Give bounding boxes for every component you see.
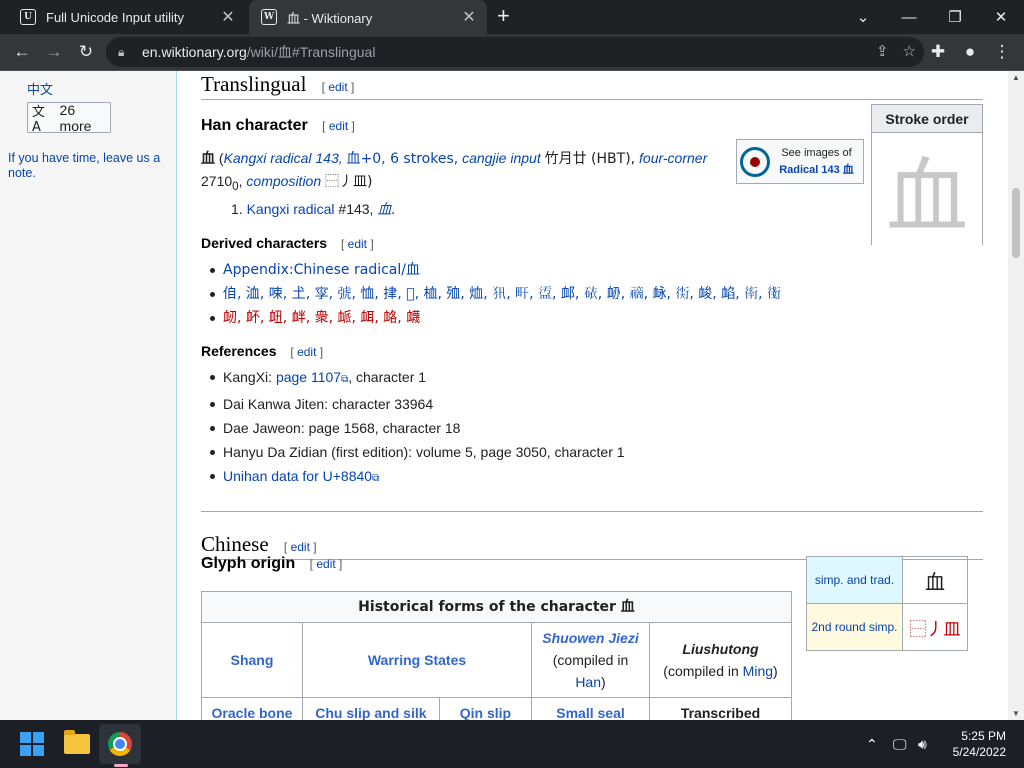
tab-strip: U Full Unicode Input utility ✕ W 血 - Wik…: [0, 0, 1024, 34]
windows-logo-icon: [20, 732, 44, 756]
page-scrollbar[interactable]: ▲ ▼: [1008, 71, 1024, 720]
table-row: Shang Warring States Shuowen Jiezi (compi…: [201, 622, 792, 698]
scroll-down-icon[interactable]: ▼: [1012, 709, 1020, 718]
list-item[interactable]: Appendix:Chinese radical/血: [210, 258, 781, 282]
main-content: Translingual [ edit ] Han character [ ed…: [178, 71, 1008, 720]
stroke-order-image[interactable]: 血: [872, 133, 982, 245]
language-link-chinese[interactable]: 中文: [27, 79, 53, 98]
heading-han-character: Han character [ edit ]: [201, 117, 355, 134]
heading-references: References [ edit ]: [201, 343, 324, 359]
commons-images-box[interactable]: See images of Radical 143 血: [736, 139, 864, 184]
tab-search-icon[interactable]: ⌄: [840, 0, 886, 34]
tab-title: 血 - Wiktionary: [287, 10, 373, 26]
edit-link[interactable]: edit: [329, 119, 348, 133]
wikimedia-commons-icon: [740, 146, 770, 177]
list-item: Hanyu Da Zidian (first edition): volume …: [210, 440, 625, 464]
unihan-link[interactable]: Unihan data for U+8840: [223, 468, 372, 484]
wiktionary-favicon-icon: W: [261, 9, 277, 25]
list-item[interactable]: 㑑, 洫, 𠲿, 𡈽, 𡥜, 𢏯, 恤, 𢫫, 𣳚, 桖, 殈, 烅, 𤜢, 𤰟…: [210, 282, 781, 306]
list-item: Dae Jaweon: page 1568, character 18: [210, 416, 625, 440]
composition-link[interactable]: composition: [246, 173, 321, 189]
system-clock[interactable]: 5:25 PM 5/24/2022: [953, 728, 1006, 760]
edit-link[interactable]: edit: [348, 237, 367, 251]
new-tab-icon[interactable]: +: [497, 5, 510, 27]
tab-favicon-icon: U: [20, 9, 36, 25]
heading-glyph-origin: Glyph origin [ edit ]: [201, 555, 343, 572]
kangxi-page-link[interactable]: page 1107: [276, 369, 341, 385]
table-row: Oracle bone script Chu slip and silk scr…: [201, 697, 792, 720]
lock-icon[interactable]: 🔒︎: [118, 45, 132, 60]
references-list: KangXi: page 1107⧉, character 1 Dai Kanw…: [210, 365, 625, 491]
historical-forms-table: Historical forms of the character 血 Shan…: [201, 591, 792, 720]
table-caption: Historical forms of the character 血: [201, 591, 792, 623]
stroke-order-box: Stroke order 血: [871, 104, 983, 245]
kangxi-radical-link[interactable]: Kangxi radical: [247, 201, 335, 217]
list-item: Dai Kanwa Jiten: character 33964: [210, 392, 625, 416]
extensions-icon[interactable]: ✚: [924, 38, 952, 66]
edit-link[interactable]: edit: [316, 557, 335, 571]
translate-icon: 文A: [32, 104, 46, 135]
heading-derived-characters: Derived characters [ edit ]: [201, 235, 374, 251]
network-icon[interactable]: 🖵︎: [893, 720, 907, 768]
menu-kebab-icon[interactable]: ⋮: [988, 38, 1016, 66]
start-button[interactable]: [16, 728, 48, 760]
definition-1: 1. Kangxi radical #143, ⾎.: [231, 201, 396, 218]
chrome-icon[interactable]: [104, 728, 136, 760]
list-item: KangXi: page 1107⧉, character 1: [210, 365, 625, 392]
edit-link[interactable]: edit: [291, 540, 310, 554]
four-corner-link[interactable]: four-corner: [639, 150, 707, 166]
tab-title: Full Unicode Input utility: [46, 9, 185, 25]
leave-note-link[interactable]: If you have time, leave us a note.: [8, 151, 173, 181]
table-row: simp. and trad. 血: [806, 556, 968, 604]
han-description: 血 (Kangxi radical 143, 血+0, 6 strokes, c…: [201, 150, 708, 193]
show-hidden-icons[interactable]: ⌃: [866, 720, 878, 768]
close-tab-icon[interactable]: ✕: [218, 7, 238, 27]
cangjie-link[interactable]: cangjie input: [462, 150, 541, 166]
more-languages-button[interactable]: 文A 26 more: [27, 102, 111, 135]
minimize-icon[interactable]: —: [886, 0, 932, 34]
reload-icon[interactable]: ↻: [72, 38, 100, 66]
bookmark-star-icon[interactable]: ☆: [903, 42, 916, 60]
list-item: Unihan data for U+8840⧉: [210, 464, 625, 491]
forward-icon[interactable]: →: [40, 38, 68, 66]
simplification-table: simp. and trad. 血 2nd round simp. ⿱丿皿: [806, 556, 968, 651]
tab-unicode-input[interactable]: U Full Unicode Input utility ✕: [8, 0, 246, 34]
heading-chinese: Chinese [ edit ]: [201, 511, 983, 560]
edit-link[interactable]: edit: [328, 80, 347, 94]
restore-icon[interactable]: ❐: [932, 0, 978, 34]
table-row: 2nd round simp. ⿱丿皿: [806, 603, 968, 651]
edit-link[interactable]: edit: [297, 345, 316, 359]
browser-toolbar: ← → ↻ 🔒︎ en.wiktionary.org/wiki/血#Transl…: [0, 34, 1024, 71]
derived-list: Appendix:Chinese radical/血 㑑, 洫, 𠲿, 𡈽, 𡥜…: [210, 258, 781, 330]
sidebar: 中文 文A 26 more If you have time, leave us…: [0, 71, 177, 720]
url-text[interactable]: en.wiktionary.org/wiki/血#Translingual: [142, 42, 375, 62]
heading-translingual: Translingual [ edit ]: [201, 72, 983, 100]
scrollbar-thumb[interactable]: [1012, 188, 1020, 258]
tab-wiktionary[interactable]: W 血 - Wiktionary ✕: [249, 0, 487, 34]
kangxi-link[interactable]: Kangxi radical 143,: [224, 150, 343, 166]
window-close-icon[interactable]: ✕: [978, 0, 1024, 34]
address-bar[interactable]: 🔒︎ en.wiktionary.org/wiki/血#Translingual…: [106, 37, 924, 67]
file-explorer-icon[interactable]: [61, 728, 93, 760]
back-icon[interactable]: ←: [8, 38, 36, 66]
external-link-icon: ⧉: [372, 473, 380, 484]
close-tab-icon[interactable]: ✕: [459, 7, 479, 27]
taskbar: ⌃ 🖵︎ 🔊︎ 5:25 PM 5/24/2022: [0, 720, 1024, 768]
active-indicator: [114, 764, 128, 767]
web-page: 中文 文A 26 more If you have time, leave us…: [0, 71, 1024, 720]
list-item[interactable]: 衂, 衃, 衄, 衅, 衆, 衇, 衈, 衉, 衊: [210, 306, 781, 330]
share-icon[interactable]: ⇪: [876, 42, 889, 60]
profile-icon[interactable]: ●: [956, 38, 984, 66]
volume-icon[interactable]: 🔊︎: [918, 720, 927, 768]
scroll-up-icon[interactable]: ▲: [1012, 73, 1020, 82]
